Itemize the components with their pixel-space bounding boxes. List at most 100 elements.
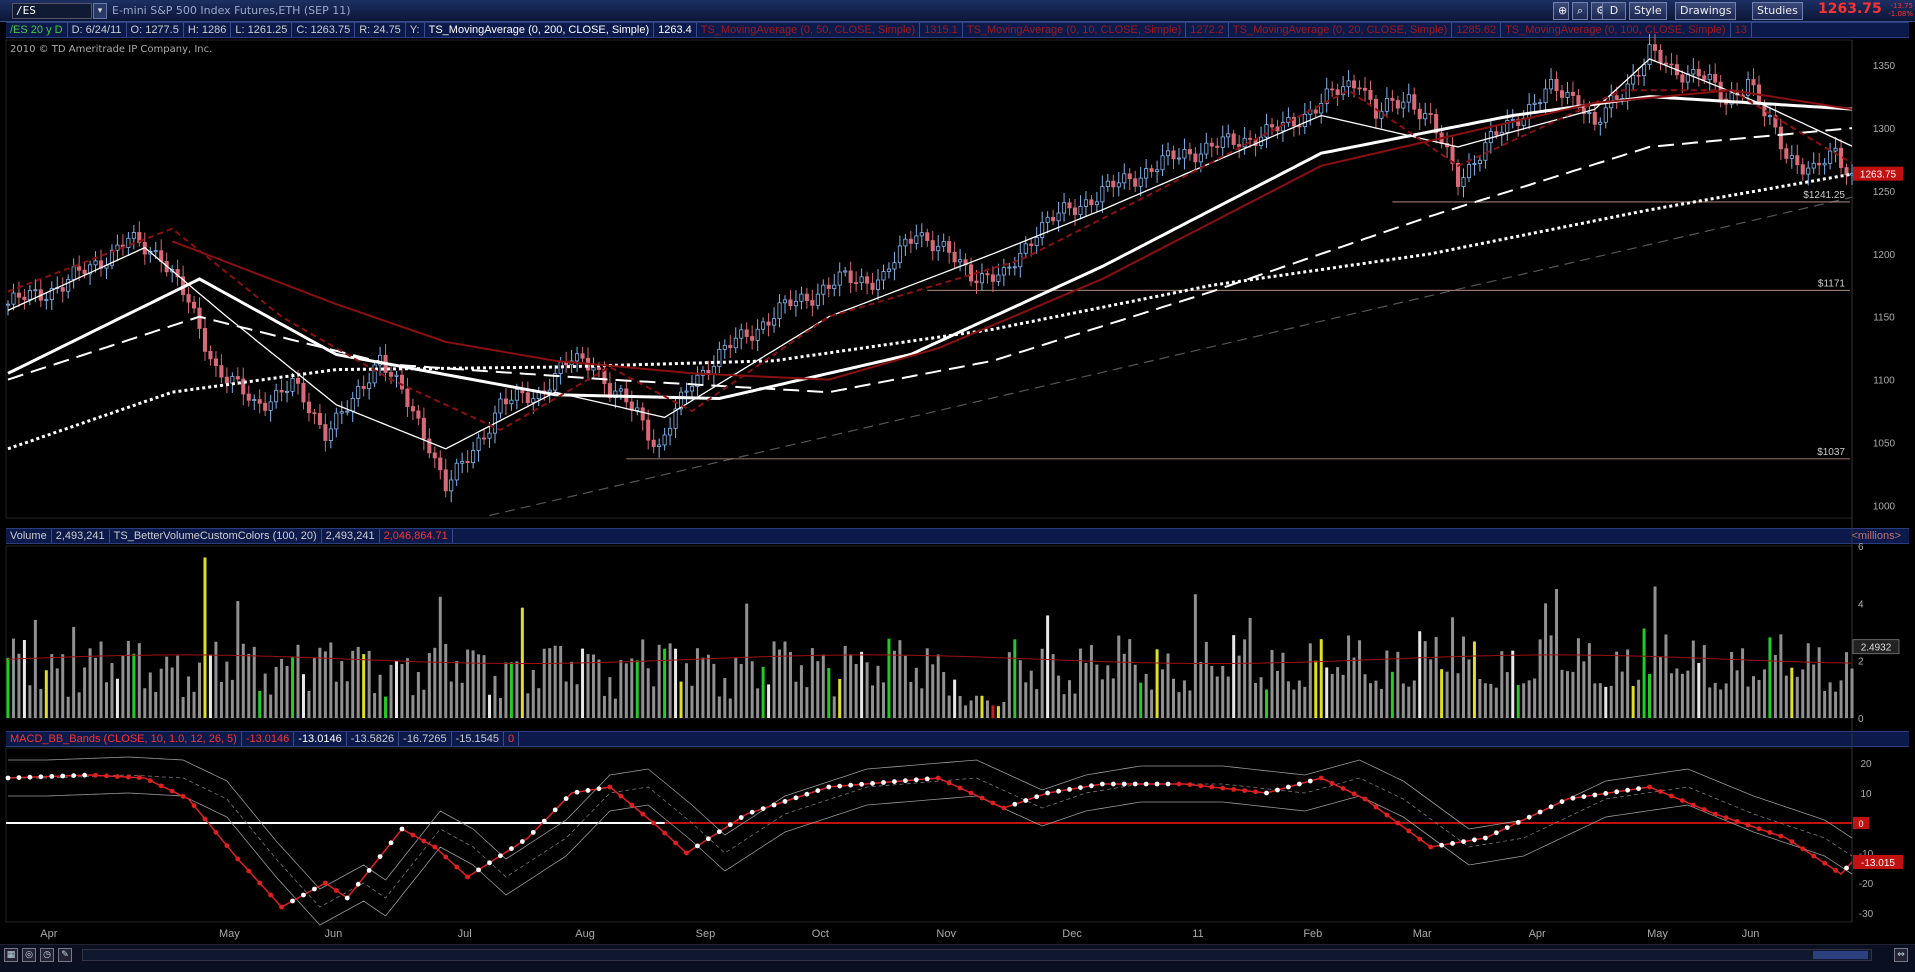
volume-bar [1445,671,1449,718]
volume-bar [143,688,147,718]
volume-bar [334,681,338,718]
macd-dot [1526,814,1532,820]
candle-body [82,269,87,275]
candle-body [399,374,405,390]
candle-body [739,329,744,339]
macd-dot [38,774,44,780]
volume-bar [301,674,305,718]
volume-bar [761,666,765,718]
volume-bar [690,685,694,718]
volume-bar [953,679,957,718]
volume-bar [1489,683,1493,718]
candle-body [498,398,503,414]
volume-bar [1177,692,1181,718]
candle-body [744,329,749,337]
candle-body [1417,108,1422,120]
macd-dot [1099,781,1105,787]
macd-dot [1800,846,1806,852]
globe-icon[interactable]: ◎ [22,948,36,962]
volume-bar [1560,669,1564,718]
candle-body [449,479,454,492]
candle-body [908,238,913,244]
macd-dot [716,829,722,835]
volume-bar [1248,617,1252,718]
volume-bar [1221,665,1225,718]
volume-bar [1396,651,1400,718]
candle-body [990,274,995,282]
volume-bar [1686,670,1690,718]
chart-canvas[interactable]: 10001050110011501200125013001350$1241.25… [0,0,1915,944]
candle-body [93,260,98,266]
volume-bar [531,670,535,718]
volume-bar [33,619,37,718]
candle-body [44,299,49,302]
candle-body [350,398,355,412]
macd-dot [1362,796,1368,802]
volume-bar [1823,690,1827,718]
volume-bar [1604,686,1608,718]
macd-dot [1636,786,1641,791]
macd-dot [771,802,777,808]
macd-dot [749,809,755,815]
volume-bar [389,664,393,718]
candle-body [892,262,897,270]
clock-icon[interactable]: ◷ [40,948,54,962]
volume-bar [488,694,492,718]
candle-body [979,273,985,284]
volume-bar [411,695,415,718]
macd-dot [1570,795,1576,801]
macd-dot [487,860,492,866]
grid-icon[interactable]: ▦ [4,948,18,962]
candle-body [197,307,202,329]
volume-bar [1812,664,1816,718]
volume-bar [258,690,262,718]
macd-dot [815,788,821,793]
candle-body [689,385,695,392]
macd-band-mid [8,774,1853,908]
volume-bar [1478,678,1482,718]
volume-bar [1675,668,1679,718]
macd-dot [1745,822,1751,828]
candle-body [1800,164,1805,175]
candle-body [974,280,979,284]
volume-bar [1139,682,1143,718]
macd-dot [1417,836,1423,842]
volume-bar [236,601,240,718]
scrollbar-thumb[interactable] [1813,951,1868,959]
candle-body [832,284,837,289]
candle-body [290,377,295,392]
volume-bar [291,656,295,718]
volume-bar [1762,669,1766,718]
expand-icon[interactable]: ⇔ [1894,948,1908,962]
candle-body [1264,124,1269,138]
volume-bar [1084,663,1088,718]
volume-bar [1051,654,1055,718]
macd-dot [1220,785,1226,791]
volume-bar [351,650,355,718]
candle-body [306,401,311,414]
macd-dot [695,843,700,849]
candle-body [1127,173,1132,180]
volume-bar [378,674,382,718]
volume-bar [728,698,732,718]
macd-dot [684,850,689,856]
macd-dot [1067,787,1072,792]
volume-bar [1259,677,1263,718]
volume-bar [1188,690,1192,718]
volume-bar [159,668,163,718]
macd-zero-tag-label: 0 [1858,819,1863,829]
macd-dot [881,780,886,785]
macd-dot [913,777,919,783]
macd-dot [1012,801,1018,807]
x-axis-label: Apr [1529,928,1546,940]
candle-body [1335,89,1340,96]
volume-bar [772,641,776,718]
price-level-label: $1037 [1817,447,1845,458]
macd-dot [1614,789,1620,795]
pencil-icon[interactable]: ✎ [58,948,72,962]
horizontal-scrollbar[interactable] [82,949,1872,961]
x-axis-label: Jun [324,928,342,940]
macd-dot [1811,853,1817,859]
macd-dot [651,820,657,826]
macd-dot [979,795,985,801]
